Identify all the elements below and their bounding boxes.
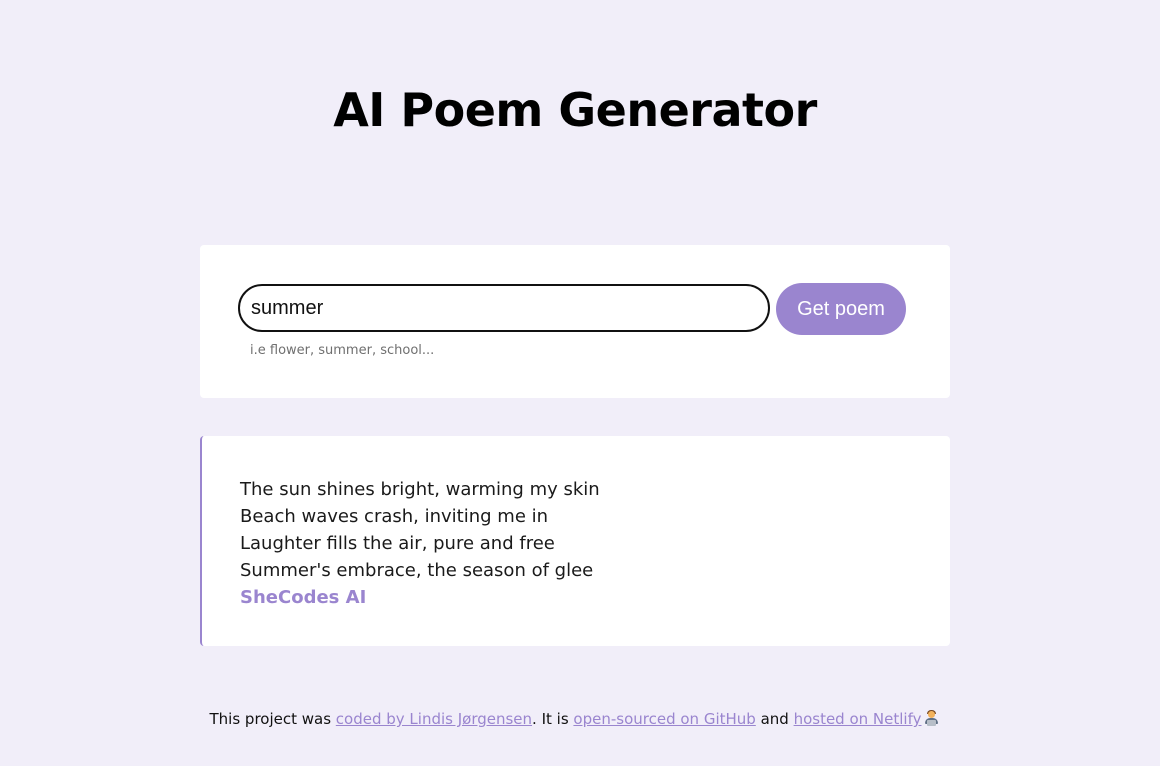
author-link[interactable]: coded by Lindis Jørgensen (336, 710, 532, 728)
poem-line: The sun shines bright, warming my skin (240, 479, 600, 500)
netlify-link[interactable]: hosted on Netlify (794, 710, 922, 728)
poem-topic-input[interactable] (238, 284, 770, 332)
get-poem-button[interactable]: Get poem (776, 283, 906, 335)
input-hint: i.e flower, summer, school... (250, 343, 435, 358)
github-link[interactable]: open-sourced on GitHub (573, 710, 755, 728)
poem-line: Laughter fills the air, pure and free (240, 533, 555, 554)
poem-signature: SheCodes AI (240, 587, 367, 608)
page-title: AI Poem Generator (333, 83, 817, 137)
poem-card: The sun shines bright, warming my skin B… (200, 436, 950, 646)
footer-text: This project was (209, 710, 336, 728)
footer-text: and (755, 710, 794, 728)
poem-text: The sun shines bright, warming my skin B… (240, 476, 600, 611)
poem-line: Beach waves crash, inviting me in (240, 506, 549, 527)
search-form-card: Get poem i.e flower, summer, school... (200, 245, 950, 398)
footer-text: . It is (532, 710, 574, 728)
technologist-icon (924, 710, 939, 726)
footer: This project was coded by Lindis Jørgens… (0, 710, 1148, 728)
poem-line: Summer's embrace, the season of glee (240, 560, 594, 581)
